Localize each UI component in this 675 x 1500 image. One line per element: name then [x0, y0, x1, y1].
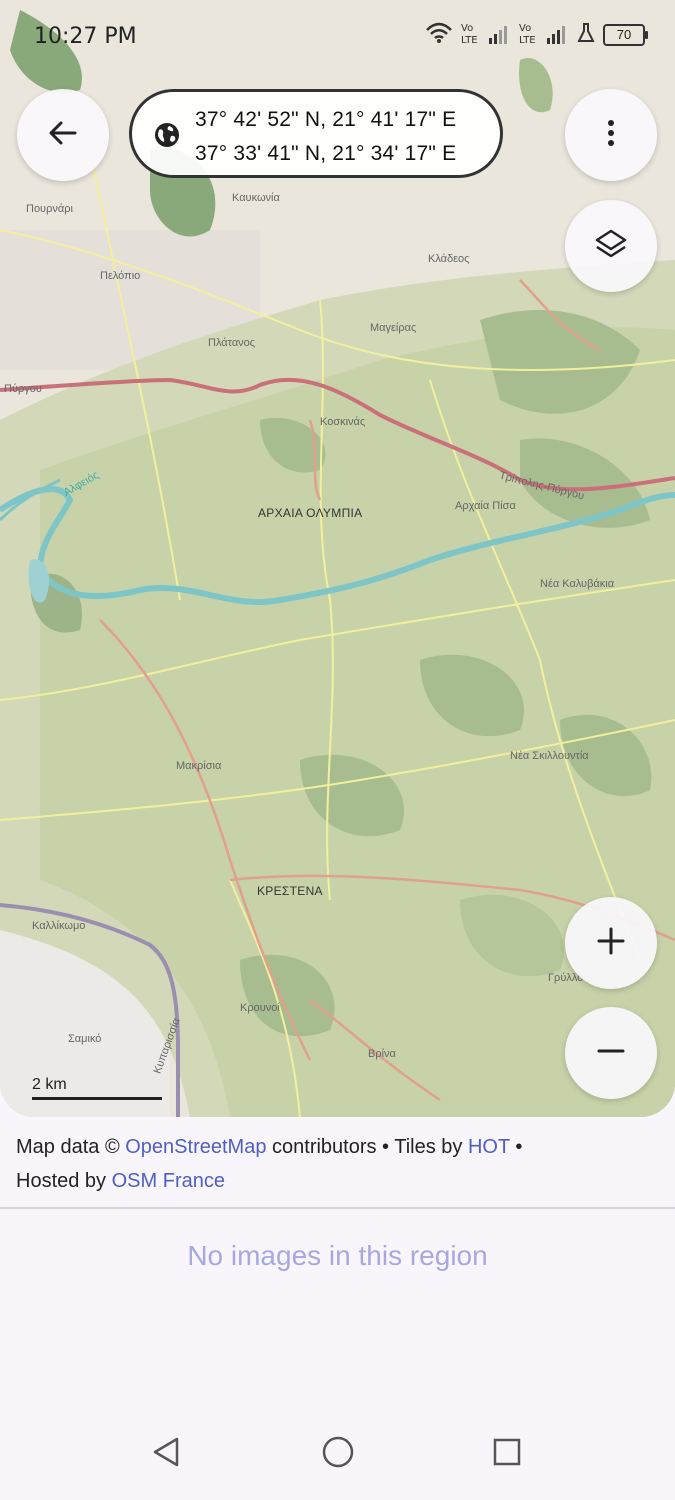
- scale-label: 2 km: [32, 1076, 67, 1093]
- status-bar: 10:27 PM Vo LTE Vo LTE 70: [0, 0, 675, 70]
- coordinates-bounds-pill[interactable]: 37° 42' 52" N, 21° 41' 17" E 37° 33' 41"…: [129, 89, 503, 178]
- nav-recents-button[interactable]: [487, 1434, 527, 1474]
- zoom-in-button[interactable]: [565, 897, 657, 989]
- globe-icon: [154, 122, 180, 153]
- attribution-hosted: Hosted by: [16, 1170, 112, 1192]
- attribution-separator: •: [509, 1136, 523, 1158]
- openstreetmap-link[interactable]: OpenStreetMap: [125, 1136, 266, 1158]
- map-label-krestena: ΚΡΕΣΤΕΝΑ: [257, 884, 323, 898]
- map-label-koskinas: Κοσκινάς: [320, 416, 366, 428]
- map-label-kaukonia: Καυκωνία: [232, 192, 280, 204]
- map-label-kladeos: Κλάδεος: [428, 253, 470, 265]
- map-label-platanos: Πλάτανος: [208, 337, 256, 349]
- map-label-pournari: Πουρνάρι: [26, 203, 73, 215]
- divider: [0, 1207, 675, 1209]
- svg-text:LTE: LTE: [461, 35, 478, 46]
- attribution-middle: contributors • Tiles by: [266, 1136, 468, 1158]
- volte-signal-icon: Vo LTE: [461, 20, 511, 51]
- map-scale: 2 km: [32, 1076, 162, 1100]
- coordinates-south: 37° 33' 41" N, 21° 34' 17" E: [195, 142, 457, 165]
- nav-recents-icon: [492, 1437, 522, 1472]
- status-time: 10:27 PM: [34, 24, 137, 49]
- layers-icon: [594, 228, 628, 265]
- flask-icon: [577, 22, 595, 49]
- map-view[interactable]: ΑΡΧΑΙΑ ΟΛΥΜΠΙΑ ΚΡΕΣΤΕΝΑ Πύργου Τρίπολης-…: [0, 0, 675, 1117]
- map-label-pourgou: Πύργου: [4, 383, 42, 395]
- wifi-icon: [425, 22, 453, 49]
- coordinates-north: 37° 42' 52" N, 21° 41' 17" E: [195, 108, 457, 131]
- back-button[interactable]: [17, 89, 109, 181]
- arrow-left-icon: [48, 118, 78, 153]
- map-label-nea-kalyvakia: Νέα Καλυβάκια: [540, 578, 615, 590]
- volte-signal-icon: Vo LTE: [519, 20, 569, 51]
- map-label-pelopio: Πελόπιο: [100, 270, 141, 282]
- map-label-archaia-olympia: ΑΡΧΑΙΑ ΟΛΥΜΠΙΑ: [258, 506, 363, 520]
- svg-text:LTE: LTE: [519, 35, 536, 46]
- empty-state-message: No images in this region: [187, 1240, 488, 1271]
- scale-bar: [32, 1097, 162, 1100]
- nav-home-button[interactable]: [318, 1434, 358, 1474]
- hot-link[interactable]: HOT: [468, 1136, 510, 1158]
- map-label-magiras: Μαγείρας: [370, 322, 417, 334]
- status-icons: Vo LTE Vo LTE 70: [425, 20, 648, 51]
- map-label-samiko: Σαμικό: [68, 1033, 102, 1045]
- map-label-krouni: Κρουνοί: [240, 1002, 280, 1014]
- system-navigation-bar: [0, 1420, 675, 1486]
- layers-button[interactable]: [565, 200, 657, 292]
- map-label-kallikomo: Καλλίκωμο: [32, 920, 86, 932]
- svg-text:Vo: Vo: [461, 23, 473, 34]
- map-attribution: Map data © OpenStreetMap contributors • …: [16, 1130, 656, 1198]
- attribution-prefix: Map data ©: [16, 1136, 126, 1158]
- osm-france-link[interactable]: OSM France: [112, 1170, 225, 1192]
- zoom-out-button[interactable]: [565, 1007, 657, 1099]
- plus-icon: [597, 927, 625, 960]
- battery-icon: 70: [603, 24, 648, 46]
- menu-button[interactable]: [565, 89, 657, 181]
- map-label-makrisia: Μακρίσια: [176, 760, 222, 772]
- nav-back-icon: [151, 1436, 181, 1473]
- nav-home-icon: [321, 1435, 355, 1474]
- map-label-nea-skillountia: Νέα Σκιλλουντία: [510, 750, 589, 762]
- map-label-vrina: Βρίνα: [368, 1048, 396, 1060]
- svg-text:Vo: Vo: [519, 23, 531, 34]
- nav-back-button[interactable]: [146, 1434, 186, 1474]
- minus-icon: [597, 1037, 625, 1070]
- map-label-archaia-pisa: Αρχαία Πίσα: [455, 500, 516, 512]
- more-vertical-icon: [606, 118, 616, 153]
